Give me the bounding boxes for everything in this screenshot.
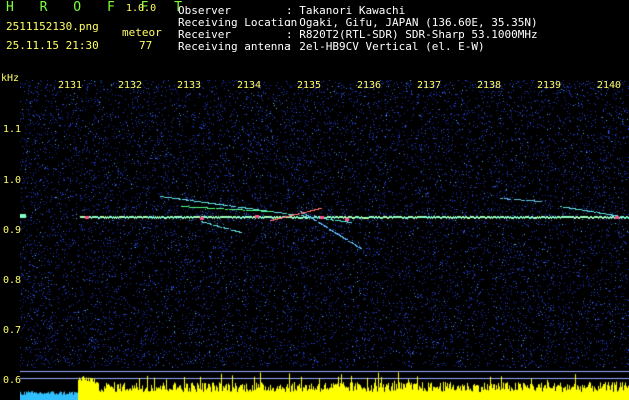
x-tick-label: 2137 (417, 80, 442, 91)
x-tick-label: 2136 (357, 80, 382, 91)
x-tick-label: 2133 (177, 80, 202, 91)
y-axis-unit: kHz (1, 73, 20, 84)
spectrogram-canvas (20, 80, 629, 400)
meteor-label: meteor (122, 26, 162, 39)
x-tick-label: 2135 (297, 80, 322, 91)
antenna-value: : 2el-HB9CV Vertical (el. E-W) (286, 40, 485, 53)
meteor-count: 77 (139, 39, 153, 52)
capture-datetime: 25.11.15 21:30 (6, 39, 99, 52)
y-tick-label: 0.8 (3, 275, 22, 286)
app-title: H R O F F T (6, 0, 192, 15)
y-tick-label: 0.7 (3, 325, 22, 336)
y-tick-label: 1.1 (3, 124, 22, 135)
app-version: 1.0.0 (126, 3, 157, 14)
x-tick-label: 2134 (237, 80, 262, 91)
y-tick-label: 0.9 (3, 225, 22, 236)
x-tick-label: 2139 (537, 80, 562, 91)
x-tick-label: 2131 (58, 80, 83, 91)
antenna-label: Receiving antenna (178, 40, 291, 53)
x-tick-label: 2138 (477, 80, 502, 91)
x-tick-label: 2132 (118, 80, 143, 91)
hroft-window: H R O F F T 1.0.0 2511152130.png 25.11.1… (0, 0, 629, 400)
y-tick-label: 1.0 (3, 175, 22, 186)
y-tick-label: 0.6 (3, 375, 22, 386)
file-name: 2511152130.png (6, 20, 99, 33)
x-tick-label: 2140 (597, 80, 622, 91)
spectrogram (20, 80, 629, 400)
